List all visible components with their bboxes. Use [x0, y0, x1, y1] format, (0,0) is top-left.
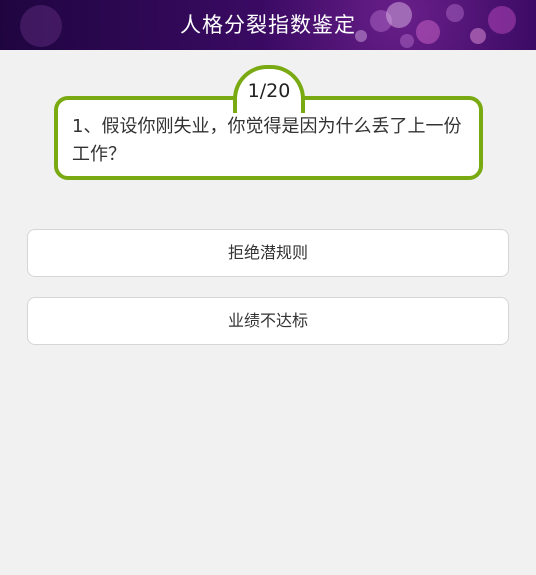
question-counter-tab: 1/20	[233, 65, 305, 113]
header-bar: 人格分裂指数鉴定	[0, 0, 536, 50]
question-counter: 1/20	[247, 80, 291, 102]
answer-option-1[interactable]: 拒绝潜规则	[27, 229, 509, 277]
question-text: 1、假设你刚失业，你觉得是因为什么丢了上一份工作？	[72, 116, 462, 165]
answer-option-2[interactable]: 业绩不达标	[27, 297, 509, 345]
page-title: 人格分裂指数鉴定	[180, 13, 356, 37]
